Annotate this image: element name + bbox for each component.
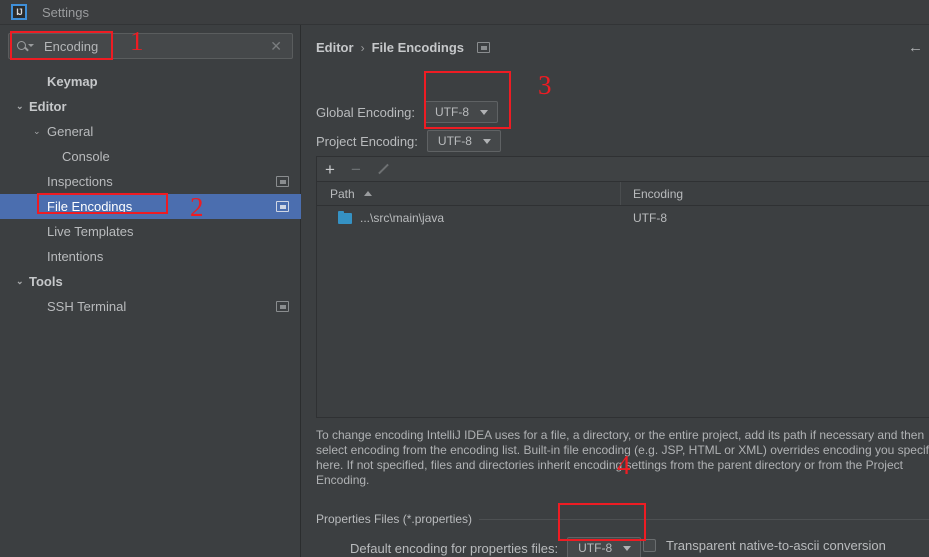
plus-icon: +	[325, 159, 335, 179]
description-line: select encoding from the encoding list. …	[316, 443, 929, 457]
column-header-path[interactable]: Path	[317, 182, 621, 205]
chevron-down-icon	[480, 109, 489, 115]
settings-dialog: IJ Settings Encoding ✕ Keymap ⌄ Editor ⌄ Gen…	[0, 0, 929, 557]
sidebar-item-keymap[interactable]: Keymap	[0, 69, 301, 94]
global-encoding-row: Global Encoding: UTF-8	[316, 101, 499, 123]
default-properties-encoding-dropdown[interactable]: UTF-8	[567, 537, 642, 557]
search-input-value: Encoding	[44, 38, 99, 54]
checkbox-box	[643, 539, 656, 552]
chevron-down-icon	[623, 545, 632, 551]
project-encoding-row: Project Encoding: UTF-8	[316, 130, 501, 152]
sidebar-item-intentions[interactable]: Intentions	[0, 244, 301, 269]
sidebar-item-file-encodings[interactable]: File Encodings	[0, 194, 301, 219]
description-text: To change encoding IntelliJ IDEA uses fo…	[316, 428, 929, 488]
table-cell-encoding: UTF-8	[633, 211, 667, 225]
sidebar-item-label: Editor	[29, 99, 67, 114]
folder-icon	[338, 210, 352, 224]
project-scope-icon	[276, 176, 289, 187]
edit-path-button[interactable]	[369, 157, 395, 182]
tree-expand-chevron-icon[interactable]: ⌄	[16, 102, 24, 111]
global-encoding-value: UTF-8	[435, 105, 470, 119]
sidebar-item-label: Intentions	[47, 249, 104, 264]
search-input[interactable]: Encoding ✕	[8, 33, 293, 59]
search-icon	[17, 39, 34, 53]
sidebar-item-console[interactable]: Console	[0, 144, 301, 169]
project-encoding-value: UTF-8	[437, 134, 472, 148]
minus-icon: −	[351, 159, 361, 179]
project-scope-icon	[276, 301, 289, 312]
sidebar-item-label: Inspections	[47, 174, 113, 189]
transparent-native-to-ascii-checkbox[interactable]: Transparent native-to-ascii conversion	[643, 538, 886, 553]
sidebar-item-general[interactable]: ⌄ General	[0, 119, 301, 144]
table-cell-path-label: ...\src\main\java	[360, 211, 445, 225]
settings-tree: Keymap ⌄ Editor ⌄ General Console Inspections F…	[0, 69, 301, 319]
sort-ascending-icon	[363, 191, 372, 196]
description-line: here. If not specified, files and direct…	[316, 458, 903, 472]
tree-expand-chevron-icon[interactable]: ⌄	[33, 127, 41, 136]
intellij-idea-logo-icon: IJ	[11, 4, 27, 20]
pencil-icon	[376, 163, 388, 175]
chevron-down-icon	[482, 138, 491, 144]
sidebar-item-label: File Encodings	[47, 199, 133, 214]
breadcrumb-current: File Encodings	[371, 40, 465, 55]
sidebar-item-label: Live Templates	[47, 224, 134, 239]
settings-content-panel: Editor › File Encodings ← Global Encodin…	[302, 25, 929, 557]
sidebar-item-label: Tools	[29, 274, 63, 289]
collapse-panel-icon[interactable]: ←	[908, 39, 923, 56]
sidebar-item-live-templates[interactable]: Live Templates	[0, 219, 301, 244]
default-properties-encoding-value: UTF-8	[578, 541, 613, 555]
add-path-button[interactable]: +	[317, 157, 343, 182]
default-properties-encoding-label: Default encoding for properties files:	[350, 540, 559, 556]
sidebar-item-label: Console	[62, 149, 110, 164]
remove-path-button[interactable]: −	[343, 157, 369, 182]
table-row[interactable]: ...\src\main\java UTF-8	[317, 206, 929, 230]
encodings-table-panel: + − Path Encoding ...\src\main\java UTF-8	[316, 156, 929, 418]
global-encoding-label: Global Encoding:	[316, 104, 416, 120]
title-bar: IJ Settings	[0, 0, 929, 25]
sidebar-item-editor[interactable]: ⌄ Editor	[0, 94, 301, 119]
breadcrumb-separator: ›	[360, 40, 365, 55]
sidebar-item-ssh-terminal[interactable]: SSH Terminal	[0, 294, 301, 319]
tree-expand-chevron-icon[interactable]: ⌄	[16, 277, 24, 286]
description-line: Encoding.	[316, 473, 370, 487]
sidebar-item-inspections[interactable]: Inspections	[0, 169, 301, 194]
breadcrumb-parent[interactable]: Editor	[316, 40, 354, 55]
clear-search-icon[interactable]: ✕	[270, 38, 282, 55]
table-body: ...\src\main\java UTF-8	[317, 206, 929, 230]
table-header: Path Encoding	[317, 182, 929, 206]
window-title: Settings	[42, 4, 89, 20]
table-cell-path: ...\src\main\java	[317, 210, 621, 225]
settings-sidebar: Encoding ✕ Keymap ⌄ Editor ⌄ General Console I…	[0, 25, 301, 557]
project-scope-icon	[276, 201, 289, 212]
transparent-native-to-ascii-label: Transparent native-to-ascii conversion	[666, 538, 886, 553]
sidebar-item-label: Keymap	[47, 74, 98, 89]
sidebar-item-label: SSH Terminal	[47, 299, 127, 314]
project-encoding-dropdown[interactable]: UTF-8	[426, 130, 501, 152]
project-encoding-label: Project Encoding:	[316, 133, 418, 149]
breadcrumb: Editor › File Encodings	[316, 40, 491, 55]
description-line: To change encoding IntelliJ IDEA uses fo…	[316, 428, 925, 442]
sidebar-item-label: General	[47, 124, 94, 139]
default-properties-encoding-row: Default encoding for properties files: U…	[350, 537, 642, 557]
column-header-path-label: Path	[330, 186, 355, 201]
properties-group-title: Properties Files (*.properties)	[316, 512, 480, 526]
sidebar-item-tools[interactable]: ⌄ Tools	[0, 269, 301, 294]
project-scope-icon	[477, 42, 491, 53]
column-header-encoding[interactable]: Encoding	[621, 182, 929, 205]
column-header-encoding-label: Encoding	[633, 186, 684, 201]
global-encoding-dropdown[interactable]: UTF-8	[424, 101, 499, 123]
table-toolbar: + −	[317, 157, 929, 182]
